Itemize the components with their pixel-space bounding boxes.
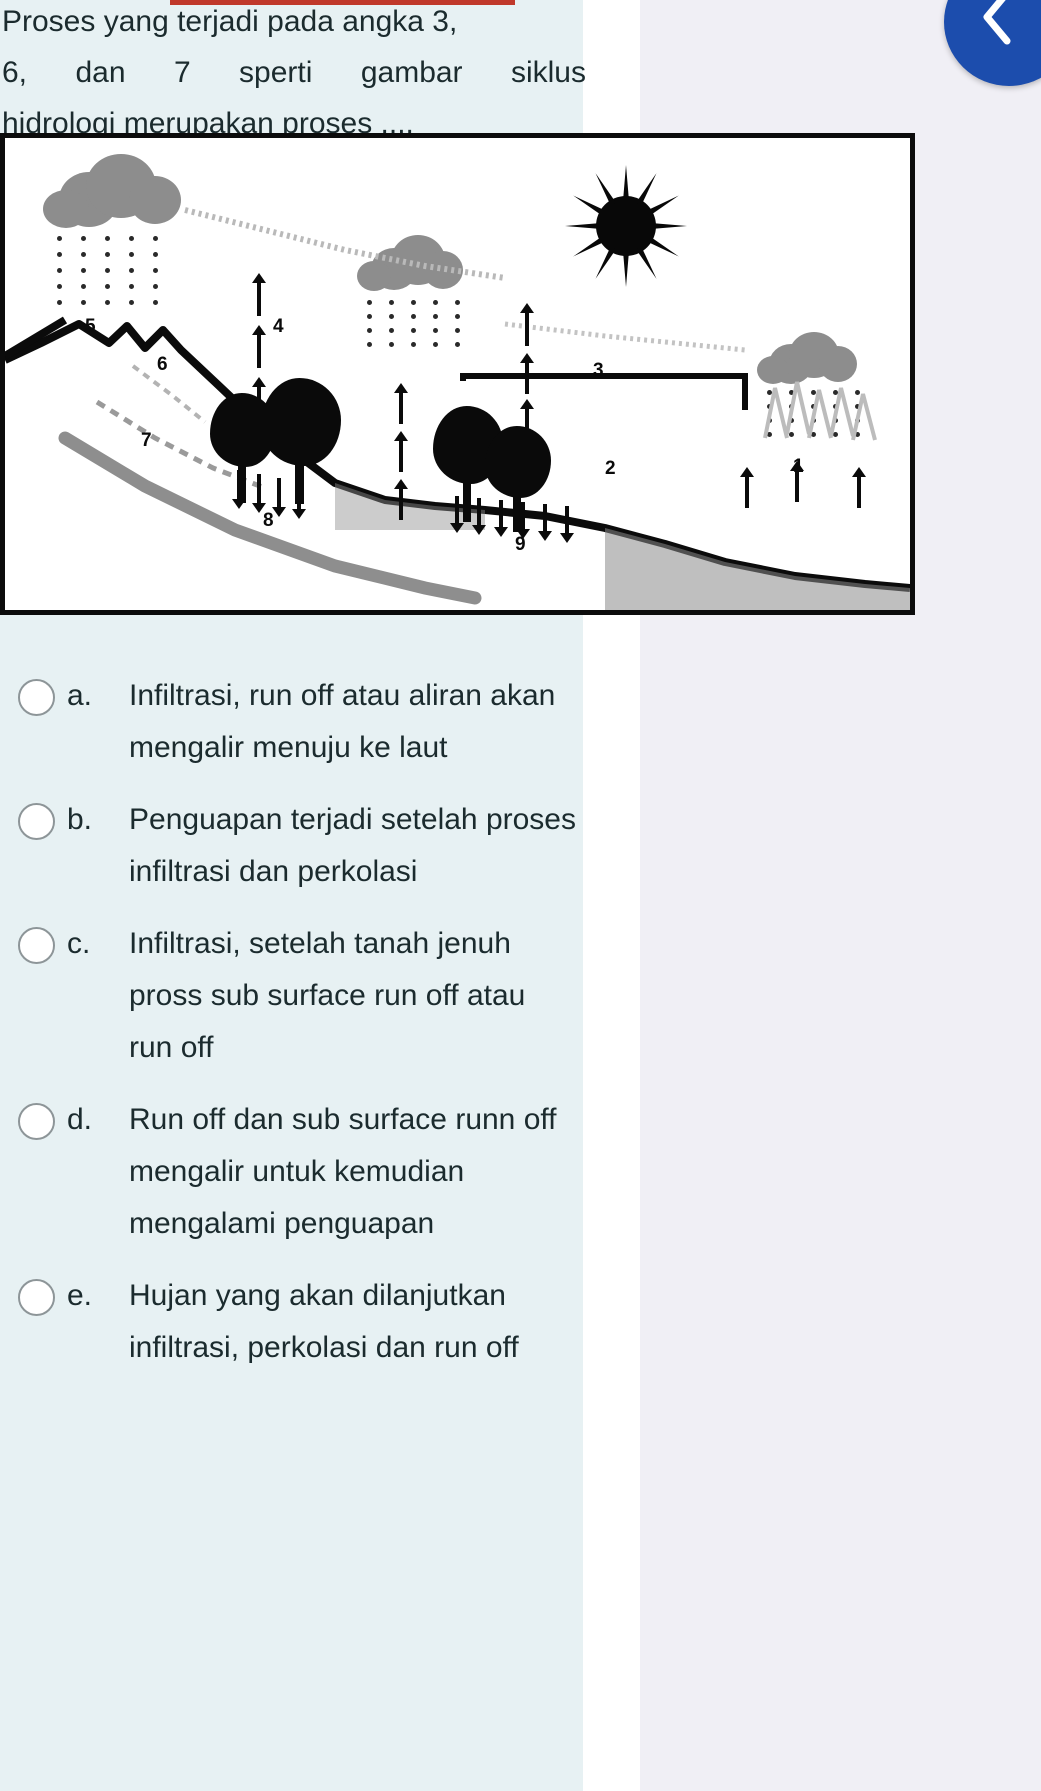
question-text: Proses yang terjadi pada angka 3, 6, dan… — [0, 0, 594, 149]
chevron-left-icon — [983, 0, 1011, 45]
hydrology-cycle-figure: 1 2 3 4 5 6 7 8 9 — [0, 133, 915, 615]
option-letter: c. — [67, 927, 91, 960]
option-a[interactable]: a. Infiltrasi, run off atau aliran akan … — [0, 660, 583, 784]
arrow-down-icon — [538, 504, 552, 541]
arrow-down-icon — [252, 474, 266, 513]
option-label: Penguapan terjadi setelah proses infiltr… — [129, 803, 576, 888]
arrow-down-icon — [494, 500, 508, 537]
arrow-up-icon — [520, 353, 534, 394]
question-word: gambar — [360, 56, 463, 89]
arrow-up-icon — [394, 431, 408, 472]
arrow-down-icon — [450, 496, 464, 533]
option-label: Infiltrasi, run off atau aliran akan men… — [129, 679, 556, 764]
option-letter: b. — [67, 803, 93, 836]
option-label: Hujan yang akan dilanjutkan infiltrasi, … — [129, 1279, 519, 1364]
screen-root: Proses yang terjadi pada angka 3, 6, dan… — [0, 0, 1041, 1791]
question-word: sperti — [239, 56, 313, 89]
figure-label-1: 1 — [793, 456, 804, 477]
figure-label-2: 2 — [605, 458, 616, 479]
landscape-drawing — [5, 207, 910, 610]
question-line-1: Proses yang terjadi pada angka 3, — [2, 5, 458, 38]
arrow-up-icon — [740, 467, 754, 508]
arrow-down-icon — [232, 470, 246, 509]
option-letter: a. — [67, 679, 93, 712]
radio-option-c[interactable] — [18, 927, 55, 964]
option-label: Infiltrasi, setelah tanah jenuh pross su… — [129, 927, 526, 1064]
figure-label-6: 6 — [157, 354, 168, 375]
arrow-up-icon — [394, 479, 408, 520]
question-word: siklus — [510, 56, 586, 89]
arrow-down-icon — [272, 478, 286, 517]
arrow-up-icon — [252, 273, 266, 316]
option-c[interactable]: c. Infiltrasi, setelah tanah jenuh pross… — [0, 908, 583, 1084]
arrow-up-icon — [252, 377, 266, 418]
option-letter: e. — [67, 1279, 93, 1312]
arrow-up-icon — [394, 383, 408, 424]
arrow-up-icon — [252, 325, 266, 368]
question-word: 6, — [2, 56, 28, 89]
option-label: Run off dan sub surface runn off mengali… — [129, 1103, 557, 1240]
option-letter: d. — [67, 1103, 93, 1136]
radio-option-d[interactable] — [18, 1103, 55, 1140]
arrow-down-icon — [472, 498, 486, 535]
figure-label-3: 3 — [593, 360, 604, 381]
answer-options-list: a. Infiltrasi, run off atau aliran akan … — [0, 660, 583, 1384]
option-b[interactable]: b. Penguapan terjadi setelah proses infi… — [0, 784, 583, 908]
arrow-down-icon — [292, 480, 306, 519]
radio-option-e[interactable] — [18, 1279, 55, 1316]
figure-label-8: 8 — [263, 510, 274, 531]
question-word: 7 — [173, 56, 191, 89]
arrow-down-icon — [560, 506, 574, 543]
option-d[interactable]: d. Run off dan sub surface runn off meng… — [0, 1084, 583, 1260]
figure-label-9: 9 — [515, 534, 526, 555]
radio-option-b[interactable] — [18, 803, 55, 840]
figure-label-4: 4 — [273, 316, 284, 337]
arrow-up-icon — [520, 399, 534, 432]
figure-label-5: 5 — [85, 316, 96, 337]
question-word: dan — [75, 56, 126, 89]
option-e[interactable]: e. Hujan yang akan dilanjutkan infiltras… — [0, 1260, 583, 1384]
arrow-down-icon — [516, 502, 530, 539]
tree-icon — [261, 378, 341, 506]
arrow-up-icon — [852, 467, 866, 508]
radio-option-a[interactable] — [18, 679, 55, 716]
tree-icon — [485, 426, 551, 534]
figure-label-7: 7 — [141, 430, 152, 451]
arrow-up-icon — [520, 303, 534, 346]
question-line-2: 6, dan 7 sperti gambar siklus — [2, 47, 586, 98]
